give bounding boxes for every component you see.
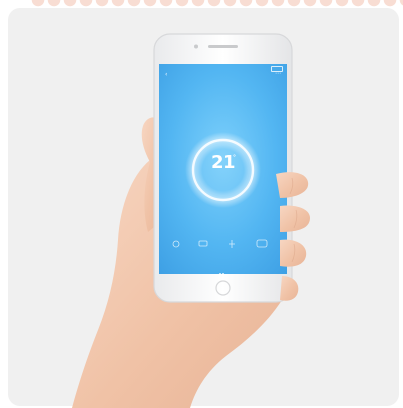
phone-camera <box>194 44 198 49</box>
hand-finger-4 <box>280 276 299 301</box>
hand-finger-2 <box>280 205 310 232</box>
phone-speaker <box>208 45 238 48</box>
hand-holding-phone-illustration <box>72 33 310 408</box>
hand-finger-3 <box>280 239 307 267</box>
hand-finger-1 <box>276 172 309 198</box>
photo-frame: ‹ ⋯ 21 ° <box>0 0 403 408</box>
